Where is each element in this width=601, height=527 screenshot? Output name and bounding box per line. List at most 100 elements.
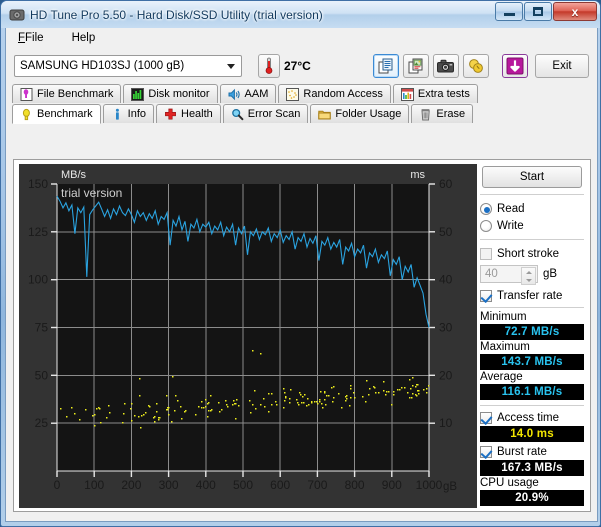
menu-help[interactable]: Help	[68, 30, 100, 46]
camera-icon	[437, 59, 455, 73]
tab-file-benchmark-label: File Benchmark	[37, 88, 114, 100]
thermometer-icon	[265, 57, 273, 74]
erase-trash-icon	[419, 108, 432, 121]
aam-speaker-icon	[228, 88, 241, 101]
svg-text:900: 900	[382, 478, 402, 492]
checkbox-burst-rate[interactable]: Burst rate	[480, 443, 584, 460]
checkbox-short-stroke[interactable]: Short stroke	[480, 245, 584, 262]
coins-icon	[468, 59, 483, 73]
svg-text:500: 500	[233, 478, 253, 492]
app-window: HD Tune Pro 5.50 - Hard Disk/SSD Utility…	[0, 0, 601, 527]
chart-watermark: trial version	[61, 186, 122, 200]
copy-image-button[interactable]	[402, 54, 429, 78]
svg-text:100: 100	[28, 273, 48, 287]
info-icon	[111, 108, 124, 121]
tab-erase[interactable]: Erase	[411, 104, 474, 123]
device-select-value: SAMSUNG HD103SJ (1000 gB)	[20, 60, 185, 72]
tab-file-benchmark[interactable]: File Benchmark	[12, 84, 122, 103]
tab-folder-usage[interactable]: Folder Usage	[310, 104, 410, 123]
close-button[interactable]: x	[553, 2, 597, 21]
close-icon: x	[571, 4, 579, 19]
checkbox-access-time[interactable]: Access time	[480, 409, 584, 426]
disk-monitor-icon	[131, 87, 145, 101]
svg-text:20: 20	[439, 368, 453, 382]
save-button[interactable]	[501, 54, 528, 78]
svg-text:10: 10	[439, 416, 453, 430]
device-select[interactable]: SAMSUNG HD103SJ (1000 gB)	[14, 55, 242, 77]
stepper-arrows[interactable]	[521, 267, 536, 285]
screenshot-button[interactable]	[432, 54, 459, 78]
svg-text:800: 800	[345, 478, 365, 492]
tab-extra-tests[interactable]: Extra tests	[392, 84, 478, 103]
menu-bar: FFile Help	[6, 28, 597, 48]
radio-write[interactable]: Write	[480, 217, 584, 234]
tab-random-access[interactable]: Random Access	[278, 84, 391, 103]
tab-info[interactable]: Info	[102, 104, 154, 123]
tab-health-label: Health	[181, 108, 213, 120]
temperature-button[interactable]	[258, 54, 280, 78]
svg-text:50: 50	[439, 225, 453, 239]
title-bar: HD Tune Pro 5.50 - Hard Disk/SSD Utility…	[1, 1, 600, 28]
download-arrow-icon	[506, 57, 524, 75]
health-cross-icon	[164, 108, 177, 121]
temperature-display: 27°C	[258, 54, 311, 78]
maximum-value: 143.7 MB/s	[480, 354, 584, 370]
toolbar-button-group	[372, 54, 489, 78]
random-access-icon	[286, 87, 300, 101]
tab-health[interactable]: Health	[156, 104, 221, 123]
tab-extra-tests-label: Extra tests	[417, 88, 470, 100]
svg-text:25: 25	[35, 416, 49, 430]
tab-error-scan-label: Error Scan	[247, 108, 301, 120]
short-stroke-value: 40	[485, 268, 498, 280]
average-label: Average	[480, 371, 523, 383]
copy-text-icon	[378, 58, 393, 74]
menu-help-label: Help	[71, 32, 96, 44]
access-time-checkbox-indicator	[480, 411, 492, 424]
minimum-value: 72.7 MB/s	[480, 324, 584, 340]
minimize-button[interactable]	[495, 2, 523, 21]
short-stroke-row: 40 gB	[480, 265, 584, 285]
tab-aam[interactable]: AAM	[219, 84, 277, 103]
stepper-down-icon	[525, 278, 532, 282]
tab-row-2: Benchmark Info Health Error Scan Folder …	[12, 104, 591, 124]
radio-read-label: Read	[497, 202, 525, 215]
chart-svg: MB/s ms gB 255075100125150 102030405060 …	[19, 164, 477, 508]
cpu-usage-value: 20.9%	[480, 490, 584, 506]
copy-image-icon	[408, 58, 423, 74]
exit-button[interactable]: Exit	[535, 54, 589, 78]
menu-file[interactable]: FFile	[14, 30, 48, 46]
burst-rate-checkbox-indicator	[480, 445, 492, 458]
checkbox-transfer-rate[interactable]: Transfer rate	[480, 287, 584, 304]
error-scan-magnifier-icon	[231, 108, 244, 121]
access-time-value: 14.0 ms	[480, 426, 584, 442]
chart-y2label: ms	[410, 169, 425, 181]
svg-text:50: 50	[35, 368, 49, 382]
transfer-rate-checkbox-indicator	[480, 289, 492, 302]
short-stroke-label: Short stroke	[497, 247, 559, 260]
short-stroke-unit: gB	[543, 268, 558, 280]
options-button[interactable]	[462, 54, 489, 78]
maximum-label: Maximum	[480, 341, 530, 353]
tab-error-scan[interactable]: Error Scan	[222, 104, 309, 123]
benchmark-panel: MB/s ms gB 25 50 75 100 125 150 10 20 30 40 50 60 …	[13, 159, 591, 512]
transfer-rate-label: Transfer rate	[497, 289, 563, 302]
svg-text:100: 100	[84, 478, 104, 492]
tab-erase-label: Erase	[436, 108, 466, 120]
divider	[480, 239, 584, 240]
radio-write-indicator	[480, 219, 492, 232]
radio-read-indicator	[480, 202, 492, 215]
tab-benchmark[interactable]: Benchmark	[12, 104, 101, 124]
tab-random-access-label: Random Access	[303, 88, 383, 100]
tab-benchmark-label: Benchmark	[37, 108, 93, 120]
start-button[interactable]: Start	[482, 166, 582, 188]
svg-text:30: 30	[439, 321, 453, 335]
burst-rate-label: Burst rate	[497, 445, 547, 458]
copy-text-button[interactable]	[372, 54, 399, 78]
maximize-button[interactable]	[524, 2, 552, 21]
window-title: HD Tune Pro 5.50 - Hard Disk/SSD Utility…	[30, 7, 323, 22]
radio-read[interactable]: Read	[480, 200, 584, 217]
short-stroke-stepper[interactable]: 40	[480, 265, 538, 285]
average-value: 116.1 MB/s	[480, 384, 584, 400]
tab-disk-monitor[interactable]: Disk monitor	[123, 84, 218, 103]
tab-row-1: File Benchmark Disk monitor AAM Random A…	[12, 84, 591, 103]
